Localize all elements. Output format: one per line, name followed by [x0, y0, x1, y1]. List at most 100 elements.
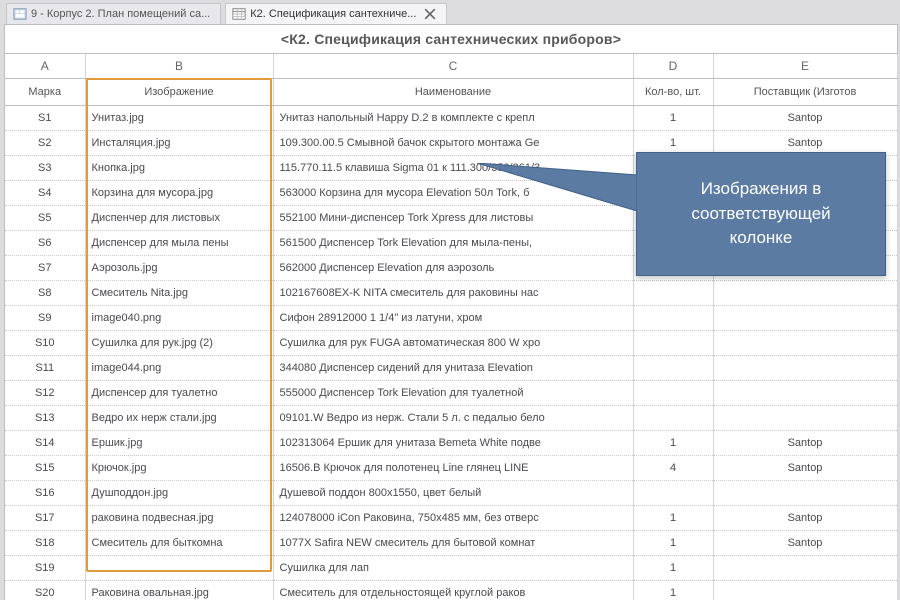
cell-image[interactable]: Аэрозоль.jpg — [85, 256, 273, 281]
cell-mark[interactable]: S15 — [5, 456, 85, 481]
cell-qty[interactable]: 1 — [633, 531, 713, 556]
cell-mark[interactable]: S1 — [5, 106, 85, 131]
cell-name[interactable]: 102313064 Ершик для унитаза Bemeta White… — [273, 431, 633, 456]
cell-mark[interactable]: S4 — [5, 181, 85, 206]
col-letter[interactable]: C — [273, 54, 633, 79]
cell-supplier[interactable]: Santop — [713, 431, 897, 456]
cell-mark[interactable]: S7 — [5, 256, 85, 281]
cell-qty[interactable]: 1 — [633, 431, 713, 456]
cell-supplier[interactable]: Santop — [713, 531, 897, 556]
cell-qty[interactable]: 4 — [633, 456, 713, 481]
col-letter[interactable]: A — [5, 54, 85, 79]
col-header[interactable]: Марка — [5, 79, 85, 106]
cell-supplier[interactable] — [713, 356, 897, 381]
cell-supplier[interactable] — [713, 381, 897, 406]
cell-name[interactable]: 09101.W Ведро из нерж. Стали 5 л. с педа… — [273, 406, 633, 431]
cell-qty[interactable]: 1 — [633, 506, 713, 531]
cell-image[interactable]: Раковина овальная.jpg — [85, 581, 273, 600]
cell-image[interactable]: Унитаз.jpg — [85, 106, 273, 131]
cell-name[interactable]: 102167608EX-K NITA смеситель для раковин… — [273, 281, 633, 306]
cell-mark[interactable]: S6 — [5, 231, 85, 256]
cell-mark[interactable]: S18 — [5, 531, 85, 556]
cell-mark[interactable]: S20 — [5, 581, 85, 600]
table-row[interactable]: S15Крючок.jpg16506.В Крючок для полотене… — [5, 456, 897, 481]
table-row[interactable]: S11image044.png344080 Диспенсер сидений … — [5, 356, 897, 381]
cell-name[interactable]: 109.300.00.5 Смывной бачок скрытого монт… — [273, 131, 633, 156]
cell-mark[interactable]: S12 — [5, 381, 85, 406]
cell-qty[interactable] — [633, 356, 713, 381]
cell-mark[interactable]: S2 — [5, 131, 85, 156]
cell-mark[interactable]: S11 — [5, 356, 85, 381]
cell-name[interactable]: 561500 Диспенсер Tork Elevation для мыла… — [273, 231, 633, 256]
cell-image[interactable]: Душподдон.jpg — [85, 481, 273, 506]
cell-image[interactable] — [85, 556, 273, 581]
table-row[interactable]: S10Сушилка для рук.jpg (2)Сушилка для ру… — [5, 331, 897, 356]
table-row[interactable]: S1Унитаз.jpgУнитаз напольный Happy D.2 в… — [5, 106, 897, 131]
cell-image[interactable]: Сушилка для рук.jpg (2) — [85, 331, 273, 356]
table-row[interactable]: S14Ершик.jpg102313064 Ершик для унитаза … — [5, 431, 897, 456]
cell-name[interactable]: Унитаз напольный Happy D.2 в комплекте с… — [273, 106, 633, 131]
col-header[interactable]: Изображение — [85, 79, 273, 106]
cell-name[interactable]: Смеситель для отдельностоящей круглой ра… — [273, 581, 633, 600]
cell-image[interactable]: Смеситель для быткомна — [85, 531, 273, 556]
cell-qty[interactable] — [633, 381, 713, 406]
table-row[interactable]: S9image040.pngСифон 28912000 1 1/4" из л… — [5, 306, 897, 331]
cell-mark[interactable]: S16 — [5, 481, 85, 506]
table-row[interactable]: S17раковина подвесная.jpg124078000 iCon … — [5, 506, 897, 531]
cell-image[interactable]: Смеситель Nita.jpg — [85, 281, 273, 306]
cell-qty[interactable] — [633, 281, 713, 306]
cell-mark[interactable]: S14 — [5, 431, 85, 456]
cell-image[interactable]: Кнопка.jpg — [85, 156, 273, 181]
cell-name[interactable]: Душевой поддон 800х1550, цвет белый — [273, 481, 633, 506]
cell-name[interactable]: 555000 Диспенсер Tork Elevation для туал… — [273, 381, 633, 406]
cell-image[interactable]: Инсталяция.jpg — [85, 131, 273, 156]
cell-qty[interactable] — [633, 481, 713, 506]
col-letter[interactable]: B — [85, 54, 273, 79]
cell-name[interactable]: Сифон 28912000 1 1/4" из латуни, хром — [273, 306, 633, 331]
cell-image[interactable]: Крючок.jpg — [85, 456, 273, 481]
cell-mark[interactable]: S3 — [5, 156, 85, 181]
tab-floorplan[interactable]: 9 - Корпус 2. План помещений са... — [6, 3, 221, 24]
col-header[interactable]: Поставщик (Изготов — [713, 79, 897, 106]
cell-mark[interactable]: S17 — [5, 506, 85, 531]
table-row[interactable]: S13Ведро их нерж стали.jpg09101.W Ведро … — [5, 406, 897, 431]
cell-mark[interactable]: S13 — [5, 406, 85, 431]
col-letter[interactable]: E — [713, 54, 897, 79]
cell-name[interactable]: 16506.В Крючок для полотенец Line глянец… — [273, 456, 633, 481]
cell-mark[interactable]: S8 — [5, 281, 85, 306]
close-icon[interactable] — [424, 8, 436, 20]
cell-supplier[interactable] — [713, 281, 897, 306]
cell-image[interactable]: image044.png — [85, 356, 273, 381]
cell-name[interactable]: 124078000 iCon Раковина, 750х485 мм, без… — [273, 506, 633, 531]
cell-qty[interactable] — [633, 406, 713, 431]
cell-supplier[interactable] — [713, 481, 897, 506]
cell-image[interactable]: Диспенсер для мыла пены — [85, 231, 273, 256]
cell-image[interactable]: image040.png — [85, 306, 273, 331]
cell-supplier[interactable]: Santop — [713, 506, 897, 531]
cell-name[interactable]: Сушилка для лап — [273, 556, 633, 581]
col-header[interactable]: Кол-во, шт. — [633, 79, 713, 106]
col-letter[interactable]: D — [633, 54, 713, 79]
cell-qty[interactable] — [633, 306, 713, 331]
cell-supplier[interactable] — [713, 406, 897, 431]
cell-qty[interactable]: 1 — [633, 556, 713, 581]
cell-supplier[interactable] — [713, 581, 897, 600]
cell-image[interactable]: Ведро их нерж стали.jpg — [85, 406, 273, 431]
cell-image[interactable]: Диспенсер для туалетно — [85, 381, 273, 406]
cell-qty[interactable]: 1 — [633, 581, 713, 600]
cell-qty[interactable]: 1 — [633, 106, 713, 131]
cell-supplier[interactable]: Santop — [713, 456, 897, 481]
cell-mark[interactable]: S5 — [5, 206, 85, 231]
cell-name[interactable]: 1077X Safira NEW смеситель для бытовой к… — [273, 531, 633, 556]
cell-name[interactable]: Сушилка для рук FUGA автоматическая 800 … — [273, 331, 633, 356]
cell-image[interactable]: Ершик.jpg — [85, 431, 273, 456]
cell-supplier[interactable] — [713, 556, 897, 581]
cell-mark[interactable]: S19 — [5, 556, 85, 581]
tab-spec[interactable]: К2. Спецификация сантехниче... — [225, 3, 447, 24]
cell-qty[interactable] — [633, 331, 713, 356]
cell-image[interactable]: раковина подвесная.jpg — [85, 506, 273, 531]
col-header[interactable]: Наименование — [273, 79, 633, 106]
cell-name[interactable]: 562000 Диспенсер Elevation для аэрозоль — [273, 256, 633, 281]
cell-image[interactable]: Диспенчер для листовых — [85, 206, 273, 231]
cell-mark[interactable]: S10 — [5, 331, 85, 356]
